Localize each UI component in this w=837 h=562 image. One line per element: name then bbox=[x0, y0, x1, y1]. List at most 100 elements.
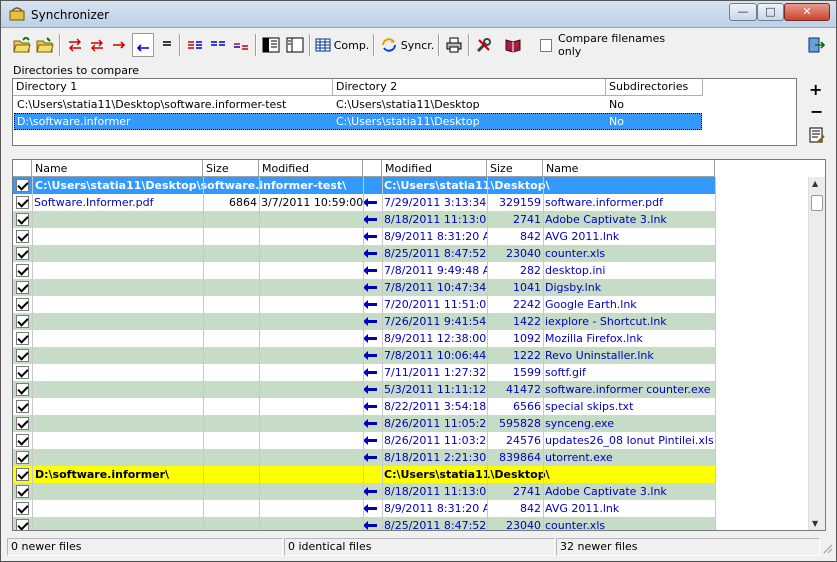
panel-right-button[interactable] bbox=[284, 33, 306, 57]
copy-left-arrow-icon[interactable] bbox=[363, 402, 377, 411]
filter-right-button[interactable] bbox=[231, 33, 251, 57]
scroll-thumb[interactable] bbox=[811, 195, 823, 211]
col-header-modified-right[interactable]: Modified bbox=[382, 160, 487, 177]
comparison-grid[interactable]: Name Size Modified Modified Size Name C:… bbox=[12, 159, 826, 531]
row-checkbox[interactable] bbox=[16, 417, 29, 430]
copy-left-arrow-icon[interactable] bbox=[363, 249, 377, 258]
copy-left-arrow-icon[interactable] bbox=[363, 334, 377, 343]
open-folder-2-button[interactable] bbox=[34, 33, 56, 57]
copy-left-arrow-icon[interactable] bbox=[363, 436, 377, 445]
copy-left-arrow-icon[interactable] bbox=[363, 385, 377, 394]
remove-directory-button[interactable]: − bbox=[810, 102, 823, 121]
row-checkbox[interactable] bbox=[16, 315, 29, 328]
col-header-directory-2[interactable]: Directory 2 bbox=[333, 79, 606, 96]
vertical-scrollbar[interactable]: ▲ ▼ bbox=[808, 177, 825, 530]
row-checkbox[interactable] bbox=[16, 298, 29, 311]
file-row[interactable]: 8/9/2011 12:38:00 P 1092 Mozilla Firefox.l… bbox=[13, 330, 715, 347]
file-row[interactable]: 8/18/2011 2:21:30 P 839864 utorrent.exe bbox=[13, 449, 715, 466]
compare-filenames-checkbox[interactable] bbox=[540, 38, 553, 52]
synchronize-button[interactable]: Syncr. bbox=[379, 33, 435, 57]
file-row[interactable]: 7/11/2011 1:27:32 A 1599 softf.gif bbox=[13, 364, 715, 381]
col-header-size-left[interactable]: Size bbox=[203, 160, 259, 177]
row-checkbox[interactable] bbox=[16, 196, 29, 209]
col-header-check[interactable] bbox=[13, 160, 32, 177]
copy-left-arrow-icon[interactable] bbox=[363, 504, 377, 513]
file-row[interactable]: 8/25/2011 8:47:52 A 23040 counter.xls bbox=[13, 245, 715, 262]
copy-left-arrow-icon[interactable] bbox=[363, 300, 377, 309]
row-checkbox[interactable] bbox=[16, 468, 29, 481]
row-checkbox[interactable] bbox=[16, 213, 29, 226]
file-row[interactable]: 8/9/2011 8:31:20 AM 842 AVG 2011.lnk bbox=[13, 500, 715, 517]
row-checkbox[interactable] bbox=[16, 247, 29, 260]
edit-directory-button[interactable] bbox=[808, 127, 826, 146]
file-row[interactable]: 5/3/2011 11:11:12 PM 41472 software.inform… bbox=[13, 381, 715, 398]
scroll-down-arrow-icon[interactable]: ▼ bbox=[812, 519, 818, 528]
row-checkbox[interactable] bbox=[16, 502, 29, 515]
file-row[interactable]: 8/25/2011 8:47:52 A 23040 counter.xls bbox=[13, 517, 715, 530]
print-button[interactable] bbox=[443, 33, 465, 57]
resize-grip-icon[interactable] bbox=[821, 542, 833, 554]
row-checkbox[interactable] bbox=[16, 451, 29, 464]
copy-left-arrow-icon[interactable] bbox=[363, 419, 377, 428]
sync-both-button[interactable] bbox=[65, 33, 85, 57]
help-button[interactable] bbox=[502, 33, 524, 57]
file-row[interactable]: 8/26/2011 11:05:28 A 595828 synceng.exe bbox=[13, 415, 715, 432]
row-checkbox[interactable] bbox=[16, 179, 29, 192]
directories-list[interactable]: Directory 1 Directory 2 Subdirectories C… bbox=[12, 78, 797, 146]
close-button[interactable]: ✕ bbox=[784, 3, 830, 21]
copy-right-button[interactable] bbox=[109, 33, 129, 57]
row-checkbox[interactable] bbox=[16, 281, 29, 294]
panel-left-button[interactable] bbox=[260, 33, 282, 57]
filter-both-button[interactable] bbox=[208, 33, 228, 57]
copy-left-arrow-icon[interactable] bbox=[363, 266, 377, 275]
col-header-action[interactable] bbox=[363, 160, 382, 177]
maximize-button[interactable]: □ bbox=[757, 3, 784, 21]
file-row[interactable]: 7/26/2011 9:41:54 A 1422 iexplore - Shortc… bbox=[13, 313, 715, 330]
row-checkbox[interactable] bbox=[16, 383, 29, 396]
col-header-modified-left[interactable]: Modified bbox=[259, 160, 363, 177]
settings-button[interactable] bbox=[473, 33, 495, 57]
copy-left-button[interactable] bbox=[132, 33, 154, 57]
copy-left-arrow-icon[interactable] bbox=[363, 317, 377, 326]
sync-swap-button[interactable] bbox=[87, 33, 107, 57]
copy-left-arrow-icon[interactable] bbox=[363, 487, 377, 496]
row-checkbox[interactable] bbox=[16, 264, 29, 277]
col-header-name-right[interactable]: Name bbox=[543, 160, 715, 177]
file-row[interactable]: 8/18/2011 11:13:08 A 2741 Adobe Captivate … bbox=[13, 211, 715, 228]
copy-left-arrow-icon[interactable] bbox=[363, 283, 377, 292]
file-row[interactable]: 7/8/2011 10:06:44 A 1222 Revo Uninstaller.… bbox=[13, 347, 715, 364]
row-checkbox[interactable] bbox=[16, 485, 29, 498]
file-row[interactable]: 8/22/2011 3:54:18 P 6566 special skips.txt bbox=[13, 398, 715, 415]
copy-left-arrow-icon[interactable] bbox=[363, 453, 377, 462]
copy-left-arrow-icon[interactable] bbox=[363, 368, 377, 377]
col-header-name-left[interactable]: Name bbox=[32, 160, 203, 177]
row-checkbox[interactable] bbox=[16, 519, 29, 530]
row-checkbox[interactable] bbox=[16, 434, 29, 447]
copy-left-arrow-icon[interactable] bbox=[363, 198, 377, 207]
compare-filenames-only-option[interactable]: Compare filenames only bbox=[540, 32, 680, 58]
file-row[interactable]: 8/9/2011 8:31:20 AM 842 AVG 2011.lnk bbox=[13, 228, 715, 245]
minimize-button[interactable]: — bbox=[729, 3, 757, 21]
folder-group-row[interactable]: C:\Users\statia11\Desktop\software.infor… bbox=[13, 177, 715, 194]
file-row[interactable]: 7/8/2011 9:49:48 AM 282 desktop.ini bbox=[13, 262, 715, 279]
compare-button[interactable]: Comp. bbox=[314, 33, 370, 57]
add-directory-button[interactable]: + bbox=[809, 80, 822, 99]
row-checkbox[interactable] bbox=[16, 400, 29, 413]
row-checkbox[interactable] bbox=[16, 349, 29, 362]
copy-left-arrow-icon[interactable] bbox=[363, 232, 377, 241]
row-checkbox[interactable] bbox=[16, 332, 29, 345]
show-equal-button[interactable] bbox=[158, 33, 176, 57]
open-folder-button[interactable] bbox=[11, 33, 33, 57]
folder-group-row[interactable]: D:\software.informer\ C:\Users\statia11\D… bbox=[13, 466, 715, 483]
col-header-directory-1[interactable]: Directory 1 bbox=[13, 79, 333, 96]
file-row[interactable]: 8/18/2011 11:13:08 A 2741 Adobe Captivate … bbox=[13, 483, 715, 500]
file-row[interactable]: 7/8/2011 10:47:34 A 1041 Digsby.lnk bbox=[13, 279, 715, 296]
exit-button[interactable] bbox=[805, 33, 827, 57]
col-header-subdirectories[interactable]: Subdirectories bbox=[606, 79, 703, 96]
copy-left-arrow-icon[interactable] bbox=[363, 215, 377, 224]
copy-left-arrow-icon[interactable] bbox=[363, 351, 377, 360]
scroll-up-arrow-icon[interactable]: ▲ bbox=[812, 179, 818, 188]
file-row[interactable]: Software.Informer.pdf 6864 3/7/2011 10:59:… bbox=[13, 194, 715, 211]
filter-left-button[interactable] bbox=[185, 33, 205, 57]
row-checkbox[interactable] bbox=[16, 230, 29, 243]
